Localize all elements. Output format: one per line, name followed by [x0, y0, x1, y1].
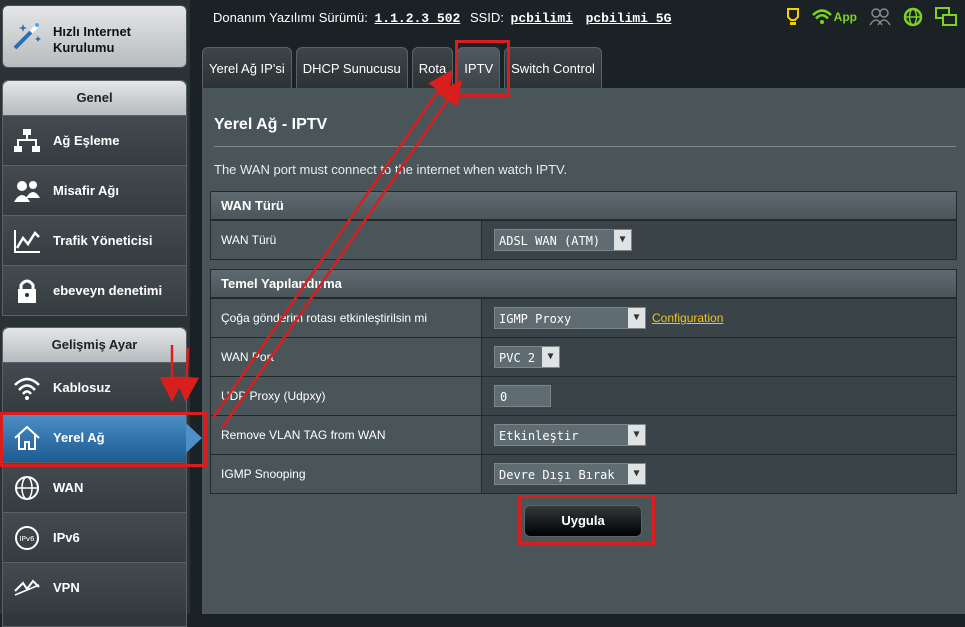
ssid-label: SSID:: [469, 10, 504, 25]
ssid-24ghz-link[interactable]: pcbilimi: [511, 11, 573, 26]
tab-route[interactable]: Rota: [411, 47, 454, 88]
usb-devices-icon[interactable]: [935, 7, 957, 27]
advanced-header: Gelişmiş Ayar: [3, 328, 186, 362]
tab-lan-ip[interactable]: Yerel Ağ IP'si: [202, 47, 292, 88]
udp-proxy-label: UDP Proxy (Udpxy): [211, 377, 482, 415]
top-bar: Donanım Yazılımı Sürümü: 1.1.2.3_502 SSI…: [190, 0, 965, 40]
network-map-icon: [14, 129, 40, 152]
tab-switch-control[interactable]: Switch Control: [504, 47, 602, 88]
apply-button[interactable]: Uygula: [524, 505, 642, 537]
chevron-down-icon: ▼: [614, 230, 631, 250]
udp-proxy-input[interactable]: 0: [494, 385, 551, 407]
guest-network-icon: [14, 181, 40, 202]
app-label: App: [833, 10, 857, 24]
firmware-info: Donanım Yazılımı Sürümü: 1.1.2.3_502 SSI…: [213, 10, 677, 26]
wan-port-select[interactable]: PVC 2 ▼: [494, 346, 560, 368]
lock-icon: [18, 279, 36, 303]
firmware-label: Donanım Yazılımı Sürümü:: [213, 10, 368, 25]
wan-port-value: PVC 2: [499, 351, 536, 365]
sidebar-item-wan[interactable]: WAN: [3, 462, 186, 512]
wan-type-table: WAN Türü WAN Türü ADSL WAN (ATM) ▼: [210, 191, 957, 260]
sidebar-item-guest-network[interactable]: Misafir Ağı: [3, 165, 186, 215]
basic-config-table: Temel Yapılandırma Çoğa gönderim rotası …: [210, 269, 957, 494]
multicast-routing-label: Çoğa gönderim rotası etkinleştirilsin mi: [211, 299, 482, 337]
title-divider: [214, 146, 956, 147]
internet-status-globe-icon[interactable]: [903, 7, 923, 27]
table-row: Remove VLAN TAG from WAN Etkinleştir ▼: [211, 415, 956, 454]
wan-type-header: WAN Türü: [211, 192, 956, 220]
chevron-down-icon: ▼: [628, 464, 645, 484]
advanced-group: Gelişmiş Ayar Kablosuz Yerel Ağ WAN IPv6…: [2, 327, 202, 627]
configuration-link[interactable]: Configuration: [652, 311, 723, 325]
table-row: Çoğa gönderim rotası etkinleştirilsin mi…: [211, 298, 956, 337]
sidebar-item-label: ebeveyn denetimi: [53, 283, 163, 298]
page-title: Yerel Ağ - IPTV: [214, 116, 328, 133]
table-row: WAN Türü ADSL WAN (ATM) ▼: [211, 220, 956, 259]
multicast-routing-select[interactable]: IGMP Proxy ▼: [494, 307, 646, 329]
wan-type-select[interactable]: ADSL WAN (ATM) ▼: [494, 229, 632, 251]
vlan-tag-label: Remove VLAN TAG from WAN: [211, 416, 482, 454]
sidebar: Hızlı Internet Kurulumu Genel Ağ Eşleme …: [0, 0, 202, 627]
sidebar-item-vpn[interactable]: VPN: [3, 562, 186, 612]
status-icons: App: [786, 7, 957, 27]
tab-dhcp-server[interactable]: DHCP Sunucusu: [295, 47, 408, 88]
igmp-snooping-value: Devre Dışı Bırak: [499, 468, 615, 482]
chevron-down-icon: ▼: [628, 425, 645, 445]
firmware-version-link[interactable]: 1.1.2.3_502: [374, 11, 460, 26]
vlan-tag-value: Etkinleştir: [499, 429, 579, 443]
general-header: Genel: [3, 81, 186, 115]
table-row: IGMP Snooping Devre Dışı Bırak ▼: [211, 454, 956, 493]
wireless-icon: [14, 377, 40, 400]
igmp-snooping-select[interactable]: Devre Dışı Bırak ▼: [494, 463, 646, 485]
wan-type-label: WAN Türü: [211, 221, 482, 259]
quick-setup-label: Hızlı Internet Kurulumu: [53, 24, 132, 55]
sidebar-item-parental-control[interactable]: ebeveyn denetimi: [3, 265, 186, 315]
globe-icon: [15, 476, 39, 500]
multicast-routing-value: IGMP Proxy: [499, 312, 572, 326]
main-panel: Yerel Ağ - IPTV The WAN port must connec…: [202, 88, 965, 614]
tab-bar: Yerel Ağ IP'si DHCP Sunucusu Rota IPTV S…: [202, 47, 602, 88]
page-description: The WAN port must connect to the interne…: [214, 162, 568, 177]
traffic-manager-icon: [14, 230, 40, 253]
wifi-icon: [811, 9, 832, 24]
ipv6-icon: IPv6: [15, 526, 39, 550]
sidebar-item-network-map[interactable]: Ağ Eşleme: [3, 115, 186, 165]
svg-text:IPv6: IPv6: [20, 535, 35, 543]
magic-wand-icon: [13, 23, 41, 50]
app-status[interactable]: App: [811, 9, 857, 25]
wan-port-label: WAN Port: [211, 338, 482, 376]
table-row: UDP Proxy (Udpxy) 0: [211, 376, 956, 415]
general-group: Genel Ağ Eşleme Misafir Ağı Trafik Yönet…: [2, 80, 187, 316]
chevron-down-icon: ▼: [542, 347, 559, 367]
wan-type-value: ADSL WAN (ATM): [499, 234, 601, 248]
basic-config-header: Temel Yapılandırma: [211, 270, 956, 298]
sidebar-item-label: IPv6: [53, 530, 80, 545]
sidebar-item-label: Misafir Ağı: [53, 183, 119, 198]
home-icon: [14, 425, 40, 450]
sidebar-item-label: Yerel Ağ: [53, 430, 105, 445]
sidebar-item-traffic-manager[interactable]: Trafik Yöneticisi: [3, 215, 186, 265]
users-icon[interactable]: [869, 8, 891, 26]
vlan-tag-select[interactable]: Etkinleştir ▼: [494, 424, 646, 446]
sidebar-item-label: Kablosuz: [53, 380, 111, 395]
sidebar-item-label: VPN: [53, 580, 80, 595]
bulb-icon[interactable]: [786, 7, 800, 27]
sidebar-item-label: WAN: [53, 480, 84, 495]
tab-iptv[interactable]: IPTV: [457, 47, 501, 88]
igmp-snooping-label: IGMP Snooping: [211, 455, 482, 493]
sidebar-item-ipv6[interactable]: IPv6 IPv6: [3, 512, 186, 562]
sidebar-item-wireless[interactable]: Kablosuz: [3, 362, 186, 412]
chevron-down-icon: ▼: [628, 308, 645, 328]
vpn-icon: [14, 579, 40, 596]
table-row: WAN Port PVC 2 ▼: [211, 337, 956, 376]
ssid-5ghz-link[interactable]: pcbilimi_5G: [586, 11, 672, 26]
quick-internet-setup-button[interactable]: Hızlı Internet Kurulumu: [2, 5, 187, 68]
sidebar-item-label: Trafik Yöneticisi: [53, 233, 153, 248]
active-indicator-arrow: [186, 423, 202, 453]
sidebar-item-label: Ağ Eşleme: [53, 133, 120, 148]
sidebar-item-lan[interactable]: Yerel Ağ: [3, 412, 202, 462]
